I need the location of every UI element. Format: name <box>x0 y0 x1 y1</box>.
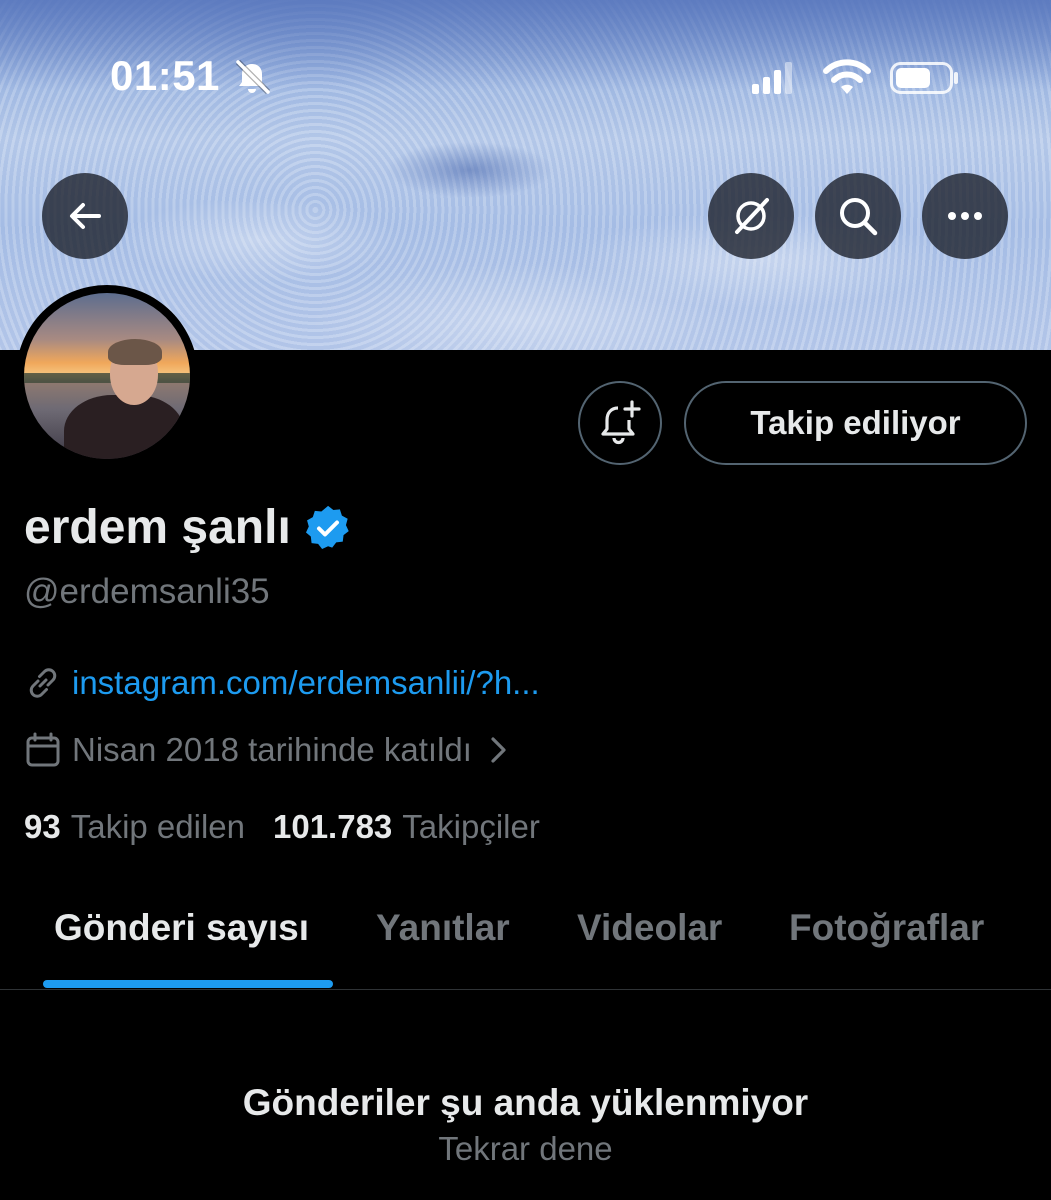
following-count: 93 <box>24 808 61 845</box>
chevron-right-icon <box>491 737 506 763</box>
notify-button[interactable] <box>578 381 662 465</box>
bell-slash-icon <box>235 59 271 95</box>
profile-handle: @erdemsanli35 <box>24 572 270 611</box>
empty-state-title: Gönderiler şu anda yüklenmiyor <box>242 1082 809 1123</box>
more-icon <box>948 212 982 220</box>
avatar-body <box>64 395 184 459</box>
tab-replies[interactable]: Yanıtlar <box>376 907 510 949</box>
signal-icon <box>752 62 792 94</box>
follow-counts: 93 Takip edilen 101.783 Takipçiler <box>24 808 540 846</box>
battery-icon <box>890 62 958 94</box>
grok-button[interactable] <box>708 173 794 259</box>
back-button[interactable] <box>42 173 128 259</box>
arrow-left-icon <box>70 203 101 229</box>
retry-button[interactable]: Tekrar dene <box>0 1130 1051 1168</box>
joined-date-row[interactable]: Nisan 2018 tarihinde katıldı <box>24 731 520 769</box>
avatar-shoreline <box>24 373 190 383</box>
grok-icon <box>735 198 769 234</box>
followers-count: 101.783 <box>273 808 393 845</box>
bell-plus-icon <box>601 400 641 445</box>
followers-count-link[interactable]: 101.783 Takipçiler <box>273 808 540 846</box>
following-count-link[interactable]: 93 Takip edilen <box>24 808 245 846</box>
avatar[interactable] <box>24 293 190 459</box>
profile-link[interactable]: instagram.com/erdemsanlii/?h... <box>72 664 540 702</box>
joined-date-text: Nisan 2018 tarihinde katıldı <box>72 731 472 768</box>
tab-videos[interactable]: Videolar <box>577 907 722 949</box>
search-button[interactable] <box>815 173 901 259</box>
profile-name: erdem şanlı <box>24 501 291 554</box>
tab-photos[interactable]: Fotoğraflar <box>789 907 984 949</box>
status-time: 01:51 <box>110 52 220 99</box>
active-tab-indicator <box>43 980 333 988</box>
calendar-icon <box>26 732 60 767</box>
followers-label: Takipçiler <box>402 808 540 845</box>
following-button[interactable]: Takip ediliyor <box>684 381 1027 465</box>
avatar-hair <box>108 339 162 365</box>
profile-name-row: erdem şanlı <box>24 500 351 555</box>
following-label: Takip edilen <box>70 808 245 845</box>
verified-badge-icon[interactable] <box>305 505 351 551</box>
link-icon <box>29 668 57 698</box>
search-icon <box>840 198 878 236</box>
wifi-icon <box>823 59 871 94</box>
profile-tabs: Gönderi sayısı Yanıtlar Videolar Fotoğra… <box>0 885 1051 990</box>
tab-posts[interactable]: Gönderi sayısı <box>54 907 309 949</box>
profile-link-row[interactable]: instagram.com/erdemsanlii/?h... <box>24 664 540 702</box>
more-button[interactable] <box>922 173 1008 259</box>
